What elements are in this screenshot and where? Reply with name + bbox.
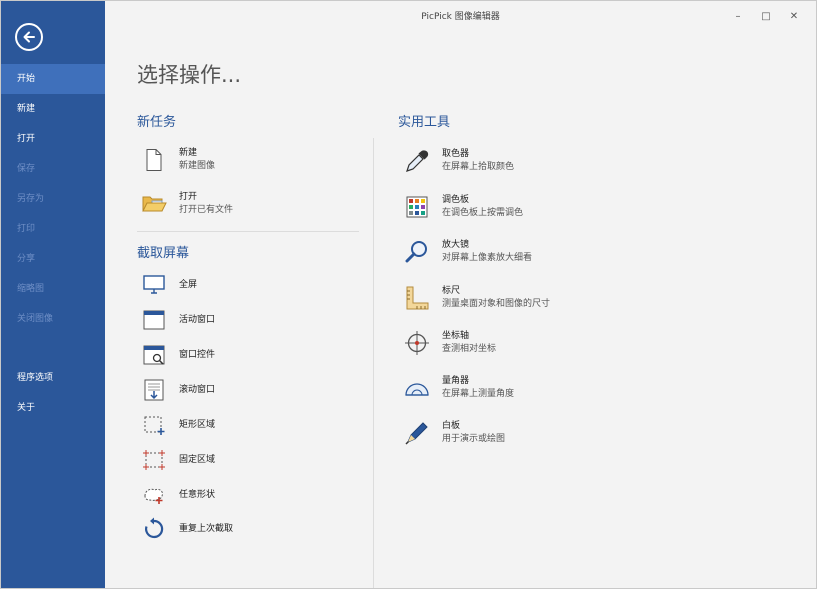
capture-freehand-item[interactable]: 任意形状 <box>141 478 215 512</box>
tool-magnifier-item[interactable]: 放大镜 对屏幕上像素放大细看 <box>404 235 532 269</box>
window-icon <box>141 307 167 333</box>
tool-magnifier-desc: 对屏幕上像素放大细看 <box>442 253 533 263</box>
palette-grid-icon <box>404 194 430 220</box>
monitor-icon <box>141 272 167 298</box>
sidebar-item-thumbnails: 缩略图 <box>17 284 45 294</box>
tools-heading: 实用工具 <box>398 115 451 130</box>
new-image-label: 新建 <box>179 148 198 158</box>
tool-protractor-desc: 在屏幕上测量角度 <box>442 389 515 399</box>
sidebar-nav: 开始 新建 打开 保存 另存为 打印 分享 缩略图 关闭图像 <box>1 64 105 334</box>
rectangle-region-icon <box>141 412 167 438</box>
capture-active-window-item[interactable]: 活动窗口 <box>141 303 215 337</box>
eyedropper-icon <box>404 148 430 174</box>
open-folder-icon <box>141 191 167 217</box>
capture-window-control-label: 窗口控件 <box>179 349 216 360</box>
fixed-region-icon <box>141 447 167 473</box>
capture-region-label: 矩形区域 <box>179 419 216 430</box>
capture-heading: 截取屏幕 <box>137 246 190 261</box>
tool-ruler-item[interactable]: 标尺 测量桌面对象和图像的尺寸 <box>404 281 550 315</box>
sidebar-item-print: 打印 <box>17 224 36 234</box>
tool-whiteboard-item[interactable]: 白板 用于演示或绘图 <box>404 416 505 450</box>
open-file-desc: 打开已有文件 <box>179 205 234 215</box>
sidebar-item-save: 保存 <box>17 164 36 174</box>
repeat-last-capture-item[interactable]: 重复上次截取 <box>141 512 233 546</box>
capture-fixed-region-item[interactable]: 固定区域 <box>141 443 215 477</box>
tool-protractor-label: 量角器 <box>442 376 470 386</box>
sidebar-item-share: 分享 <box>17 254 36 264</box>
back-button[interactable] <box>15 23 43 51</box>
crosshair-icon <box>404 330 430 356</box>
window-control-icon <box>141 342 167 368</box>
capture-fixed-region-label: 固定区域 <box>179 454 216 465</box>
section-divider <box>137 231 359 232</box>
column-divider <box>373 138 374 588</box>
sidebar-item-start[interactable]: 开始 <box>1 64 105 94</box>
capture-fullscreen-label: 全屏 <box>179 279 198 290</box>
capture-fullscreen-item[interactable]: 全屏 <box>141 268 197 302</box>
app-window: 开始 新建 打开 保存 另存为 打印 分享 缩略图 关闭图像 程序选项 关于 P… <box>0 0 817 589</box>
tool-ruler-label: 标尺 <box>442 286 461 296</box>
scrolling-window-icon <box>141 377 167 403</box>
repeat-icon <box>141 516 167 542</box>
sidebar-item-open[interactable]: 打开 <box>1 124 105 154</box>
open-file-item[interactable]: 打开 打开已有文件 <box>141 187 233 221</box>
sidebar-item-new[interactable]: 新建 <box>1 94 105 124</box>
sidebar-item-about[interactable]: 关于 <box>1 393 105 423</box>
capture-scrolling-window-label: 滚动窗口 <box>179 384 216 395</box>
sidebar-bottom-nav: 程序选项 关于 <box>1 363 105 423</box>
capture-freehand-label: 任意形状 <box>179 489 216 500</box>
capture-active-window-label: 活动窗口 <box>179 314 216 325</box>
new-task-heading: 新任务 <box>137 115 177 130</box>
tool-protractor-item[interactable]: 量角器 在屏幕上测量角度 <box>404 371 514 405</box>
window-controls: – □ ✕ <box>724 5 808 27</box>
new-image-item[interactable]: 新建 新建图像 <box>141 143 215 177</box>
tool-color-picker-label: 取色器 <box>442 149 470 159</box>
tool-crosshair-desc: 查测相对坐标 <box>442 344 497 354</box>
tool-crosshair-item[interactable]: 坐标轴 查测相对坐标 <box>404 326 496 360</box>
tool-color-picker-desc: 在屏幕上拾取颜色 <box>442 162 515 172</box>
capture-scrolling-window-item[interactable]: 滚动窗口 <box>141 373 215 407</box>
tool-color-palette-item[interactable]: 调色板 在调色板上按需调色 <box>404 190 523 224</box>
tool-magnifier-label: 放大镜 <box>442 240 470 250</box>
close-button[interactable]: ✕ <box>780 5 808 27</box>
window-title: PicPick 图像编辑器 <box>421 12 500 22</box>
minimize-button[interactable]: – <box>724 5 752 27</box>
maximize-button[interactable]: □ <box>752 5 780 27</box>
ruler-icon <box>404 285 430 311</box>
pen-icon <box>404 420 430 446</box>
sidebar-item-save-as: 另存为 <box>17 194 45 204</box>
sidebar-item-options[interactable]: 程序选项 <box>1 363 105 393</box>
tool-color-picker-item[interactable]: 取色器 在屏幕上拾取颜色 <box>404 144 514 178</box>
title-bar: PicPick 图像编辑器 – □ ✕ <box>105 1 816 31</box>
sidebar: 开始 新建 打开 保存 另存为 打印 分享 缩略图 关闭图像 程序选项 关于 <box>1 1 105 588</box>
repeat-last-capture-label: 重复上次截取 <box>179 523 234 534</box>
tool-ruler-desc: 测量桌面对象和图像的尺寸 <box>442 299 551 309</box>
page-title: 选择操作... <box>137 63 242 87</box>
new-file-icon <box>141 147 167 173</box>
tool-whiteboard-desc: 用于演示或绘图 <box>442 434 506 444</box>
new-image-desc: 新建图像 <box>179 161 216 171</box>
protractor-icon <box>404 375 430 401</box>
capture-window-control-item[interactable]: 窗口控件 <box>141 338 215 372</box>
tool-crosshair-label: 坐标轴 <box>442 331 470 341</box>
tool-color-palette-label: 调色板 <box>442 195 470 205</box>
tool-whiteboard-label: 白板 <box>442 421 461 431</box>
open-file-label: 打开 <box>179 192 198 202</box>
capture-region-item[interactable]: 矩形区域 <box>141 408 215 442</box>
magnifier-icon <box>404 239 430 265</box>
freehand-shape-icon <box>141 482 167 508</box>
tool-color-palette-desc: 在调色板上按需调色 <box>442 208 524 218</box>
arrow-left-icon <box>23 31 35 43</box>
sidebar-item-close-image: 关闭图像 <box>17 314 54 324</box>
